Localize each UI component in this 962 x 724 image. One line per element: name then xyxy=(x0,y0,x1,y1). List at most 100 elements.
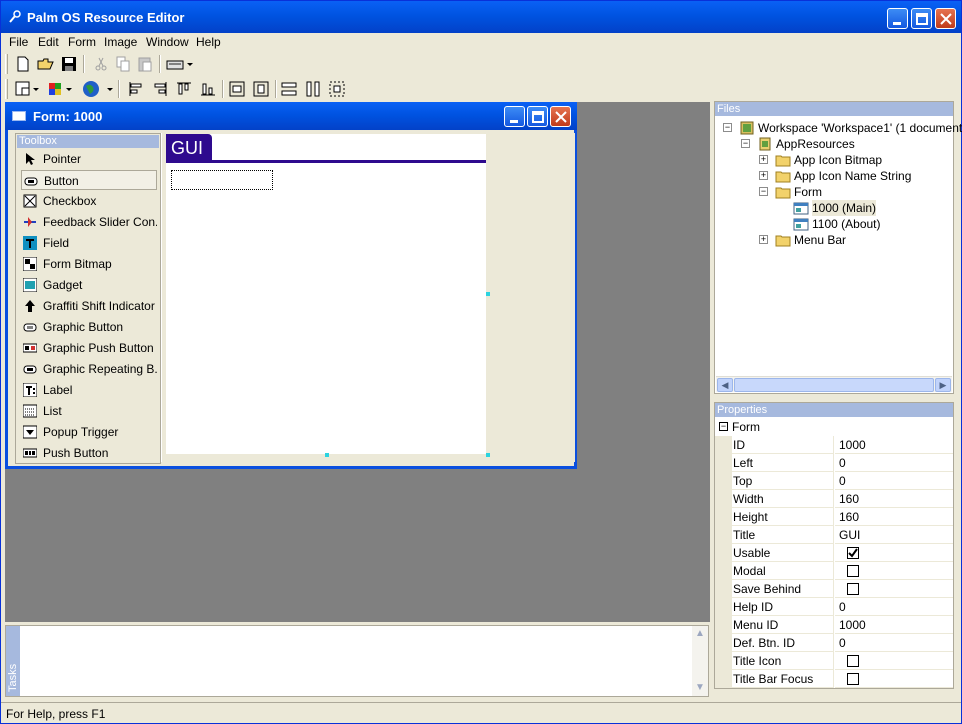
tree-node-workspace-workspace1-1-document[interactable]: − Workspace 'Workspace1' (1 document) xyxy=(715,120,962,136)
tree-node-1000-main[interactable]: 1000 (Main) xyxy=(715,200,951,216)
resize-handle-bottom[interactable] xyxy=(325,453,329,457)
cut-button[interactable] xyxy=(91,54,111,74)
center-vertical-button[interactable] xyxy=(251,79,271,99)
property-checkbox[interactable] xyxy=(847,547,859,559)
toolbox-item-graphic-push-button[interactable]: Graphic Push Button xyxy=(21,338,157,358)
property-row-title-icon[interactable]: Title Icon xyxy=(715,652,953,670)
scroll-thumb[interactable] xyxy=(734,378,934,392)
toolbar-grip[interactable] xyxy=(5,79,8,99)
toolbox-item-graphic-button[interactable]: Graphic Button xyxy=(21,317,157,337)
toolbox-item-field[interactable]: Field xyxy=(21,233,157,253)
scroll-up-arrow-icon[interactable]: ▲ xyxy=(692,626,708,642)
scroll-down-arrow-icon[interactable]: ▼ xyxy=(692,680,708,696)
property-checkbox[interactable] xyxy=(847,583,859,595)
property-row-top[interactable]: Top 0 xyxy=(715,472,953,490)
property-checkbox[interactable] xyxy=(847,655,859,667)
property-row-menu-id[interactable]: Menu ID 1000 xyxy=(715,616,953,634)
form-maximize-button[interactable] xyxy=(527,106,548,127)
expand-icon[interactable]: + xyxy=(759,235,768,244)
property-value[interactable]: 0 xyxy=(835,598,953,616)
property-value[interactable]: 160 xyxy=(835,490,953,508)
property-checkbox[interactable] xyxy=(847,673,859,685)
property-value[interactable] xyxy=(835,544,953,562)
property-value[interactable]: 0 xyxy=(835,472,953,490)
collapse-icon[interactable]: − xyxy=(741,139,750,148)
toolbox-item-gadget[interactable]: Gadget xyxy=(21,275,157,295)
minimize-button[interactable] xyxy=(887,8,908,29)
collapse-icon[interactable]: − xyxy=(723,123,732,132)
menu-edit[interactable]: Edit xyxy=(36,34,61,50)
toolbox-item-push-button[interactable]: Push Button xyxy=(21,443,157,463)
toolbox-item-checkbox[interactable]: Checkbox xyxy=(21,191,157,211)
form-close-button[interactable] xyxy=(550,106,571,127)
paste-button[interactable] xyxy=(135,54,155,74)
menu-help[interactable]: Help xyxy=(194,34,223,50)
space-horizontal-button[interactable] xyxy=(279,79,299,99)
align-left-button[interactable] xyxy=(126,79,146,99)
new-button[interactable] xyxy=(13,54,33,74)
property-row-modal[interactable]: Modal xyxy=(715,562,953,580)
property-value[interactable]: 1000 xyxy=(835,436,953,454)
device-dropdown-button[interactable] xyxy=(165,54,195,74)
tasks-vertical-scrollbar[interactable]: ▲ ▼ xyxy=(692,626,708,696)
toolbox-item-popup-trigger[interactable]: Popup Trigger xyxy=(21,422,157,442)
tree-node-menu-bar[interactable]: + Menu Bar xyxy=(715,232,951,248)
tree-node-app-icon-bitmap[interactable]: + App Icon Bitmap xyxy=(715,152,951,168)
property-value[interactable]: 160 xyxy=(835,508,953,526)
toolbox-item-graphic-repeating-b[interactable]: Graphic Repeating B... xyxy=(21,359,157,379)
form-minimize-button[interactable] xyxy=(504,106,525,127)
property-row-usable[interactable]: Usable xyxy=(715,544,953,562)
tasks-tab[interactable]: Tasks xyxy=(6,626,20,696)
menu-form[interactable]: Form xyxy=(66,34,98,50)
new-resource-dropdown[interactable] xyxy=(13,79,43,99)
form-button-control[interactable] xyxy=(171,170,273,190)
title-bar[interactable]: Palm OS Resource Editor xyxy=(1,1,961,33)
property-row-id[interactable]: ID 1000 xyxy=(715,436,953,454)
toolbox-item-button[interactable]: Button xyxy=(21,170,157,190)
menu-image[interactable]: Image xyxy=(102,34,139,50)
center-horizontal-button[interactable] xyxy=(227,79,247,99)
copy-button[interactable] xyxy=(113,54,133,74)
property-row-save-behind[interactable]: Save Behind xyxy=(715,580,953,598)
collapse-icon[interactable]: − xyxy=(719,422,728,431)
property-value[interactable]: 0 xyxy=(835,454,953,472)
files-horizontal-scrollbar[interactable]: ◀ ▶ xyxy=(716,376,952,392)
property-row-title-bar-focus[interactable]: Title Bar Focus xyxy=(715,670,953,688)
property-row-height[interactable]: Height 160 xyxy=(715,508,953,526)
align-right-button[interactable] xyxy=(150,79,170,99)
property-value[interactable] xyxy=(835,652,953,670)
property-group-form[interactable]: − Form xyxy=(715,418,953,436)
property-checkbox[interactable] xyxy=(847,565,859,577)
resize-handle-corner[interactable] xyxy=(486,453,490,457)
tree-node-form[interactable]: − Form xyxy=(715,184,951,200)
space-vertical-button[interactable] xyxy=(303,79,323,99)
open-button[interactable] xyxy=(36,54,56,74)
property-value[interactable] xyxy=(835,580,953,598)
locale-dropdown[interactable] xyxy=(81,79,115,99)
form-canvas[interactable]: GUI xyxy=(166,134,486,454)
scroll-right-arrow-icon[interactable]: ▶ xyxy=(935,378,951,392)
tree-node-app-icon-name-string[interactable]: + App Icon Name String xyxy=(715,168,951,184)
menu-file[interactable]: File xyxy=(7,34,30,50)
close-button[interactable] xyxy=(935,8,956,29)
property-value[interactable]: GUI xyxy=(835,526,953,544)
expand-icon[interactable]: + xyxy=(759,171,768,180)
tree-node-1100-about[interactable]: 1100 (About) xyxy=(715,216,951,232)
property-row-def-btn-id[interactable]: Def. Btn. ID 0 xyxy=(715,634,953,652)
toolbox-item-pointer[interactable]: Pointer xyxy=(21,149,157,169)
save-button[interactable] xyxy=(59,54,79,74)
toolbox-item-label[interactable]: Label xyxy=(21,380,157,400)
property-value[interactable]: 1000 xyxy=(835,616,953,634)
property-value[interactable] xyxy=(835,562,953,580)
grid-button[interactable] xyxy=(327,79,347,99)
form-design-area[interactable]: GUI xyxy=(161,133,575,462)
toolbox-item-feedback-slider-con[interactable]: Feedback Slider Con... xyxy=(21,212,157,232)
toolbox-item-form-bitmap[interactable]: Form Bitmap xyxy=(21,254,157,274)
toolbox-item-list[interactable]: List xyxy=(21,401,157,421)
form-title-tab[interactable]: GUI xyxy=(166,134,212,160)
tree-node-appresources[interactable]: − AppResources xyxy=(715,136,951,152)
menu-window[interactable]: Window xyxy=(144,34,191,50)
property-value[interactable]: 0 xyxy=(835,634,953,652)
align-bottom-button[interactable] xyxy=(198,79,218,99)
property-row-title[interactable]: Title GUI xyxy=(715,526,953,544)
